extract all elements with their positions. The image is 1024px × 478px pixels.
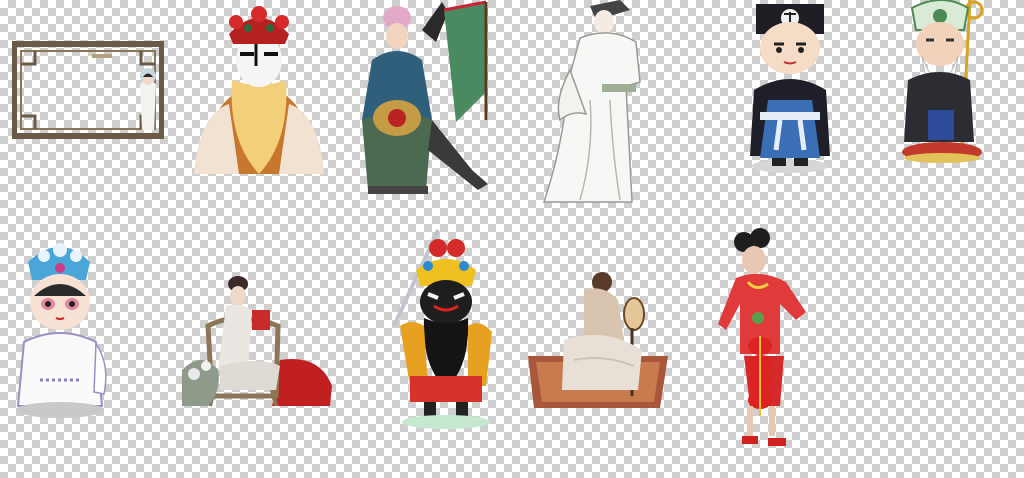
- transparent-canvas: [0, 0, 1024, 478]
- kneeling-lady-icon: [528, 272, 668, 408]
- cartoon-official-blue: [740, 0, 840, 176]
- girl-red-costume-lanterns: [714, 226, 822, 458]
- opera-general-flags: [352, 0, 502, 200]
- ornate-frame-lady: [12, 40, 164, 140]
- dancing-girl-icon: [718, 228, 806, 446]
- scholar-white-robe: [540, 0, 650, 206]
- opera-bearded-king: [184, 4, 334, 180]
- lattice-frame-icon: [12, 41, 164, 139]
- lady-kneeling-fan: [524, 270, 672, 410]
- cartoon-old-man-staff: [898, 0, 990, 166]
- lady-on-chair: [180, 270, 336, 410]
- cartoon-elder-icon: [902, 0, 984, 163]
- cartoon-opera-lady: [10, 240, 112, 420]
- cartoon-opera-warrior-sword: [380, 226, 510, 430]
- opera-mask-icon: [194, 6, 324, 174]
- seated-lady-icon: [182, 276, 332, 407]
- cartoon-official-icon: [750, 4, 830, 173]
- scholar-icon: [542, 0, 641, 203]
- opera-general-icon: [362, 0, 488, 194]
- cartoon-lady-icon: [16, 243, 107, 418]
- cartoon-warrior-icon: [392, 229, 492, 429]
